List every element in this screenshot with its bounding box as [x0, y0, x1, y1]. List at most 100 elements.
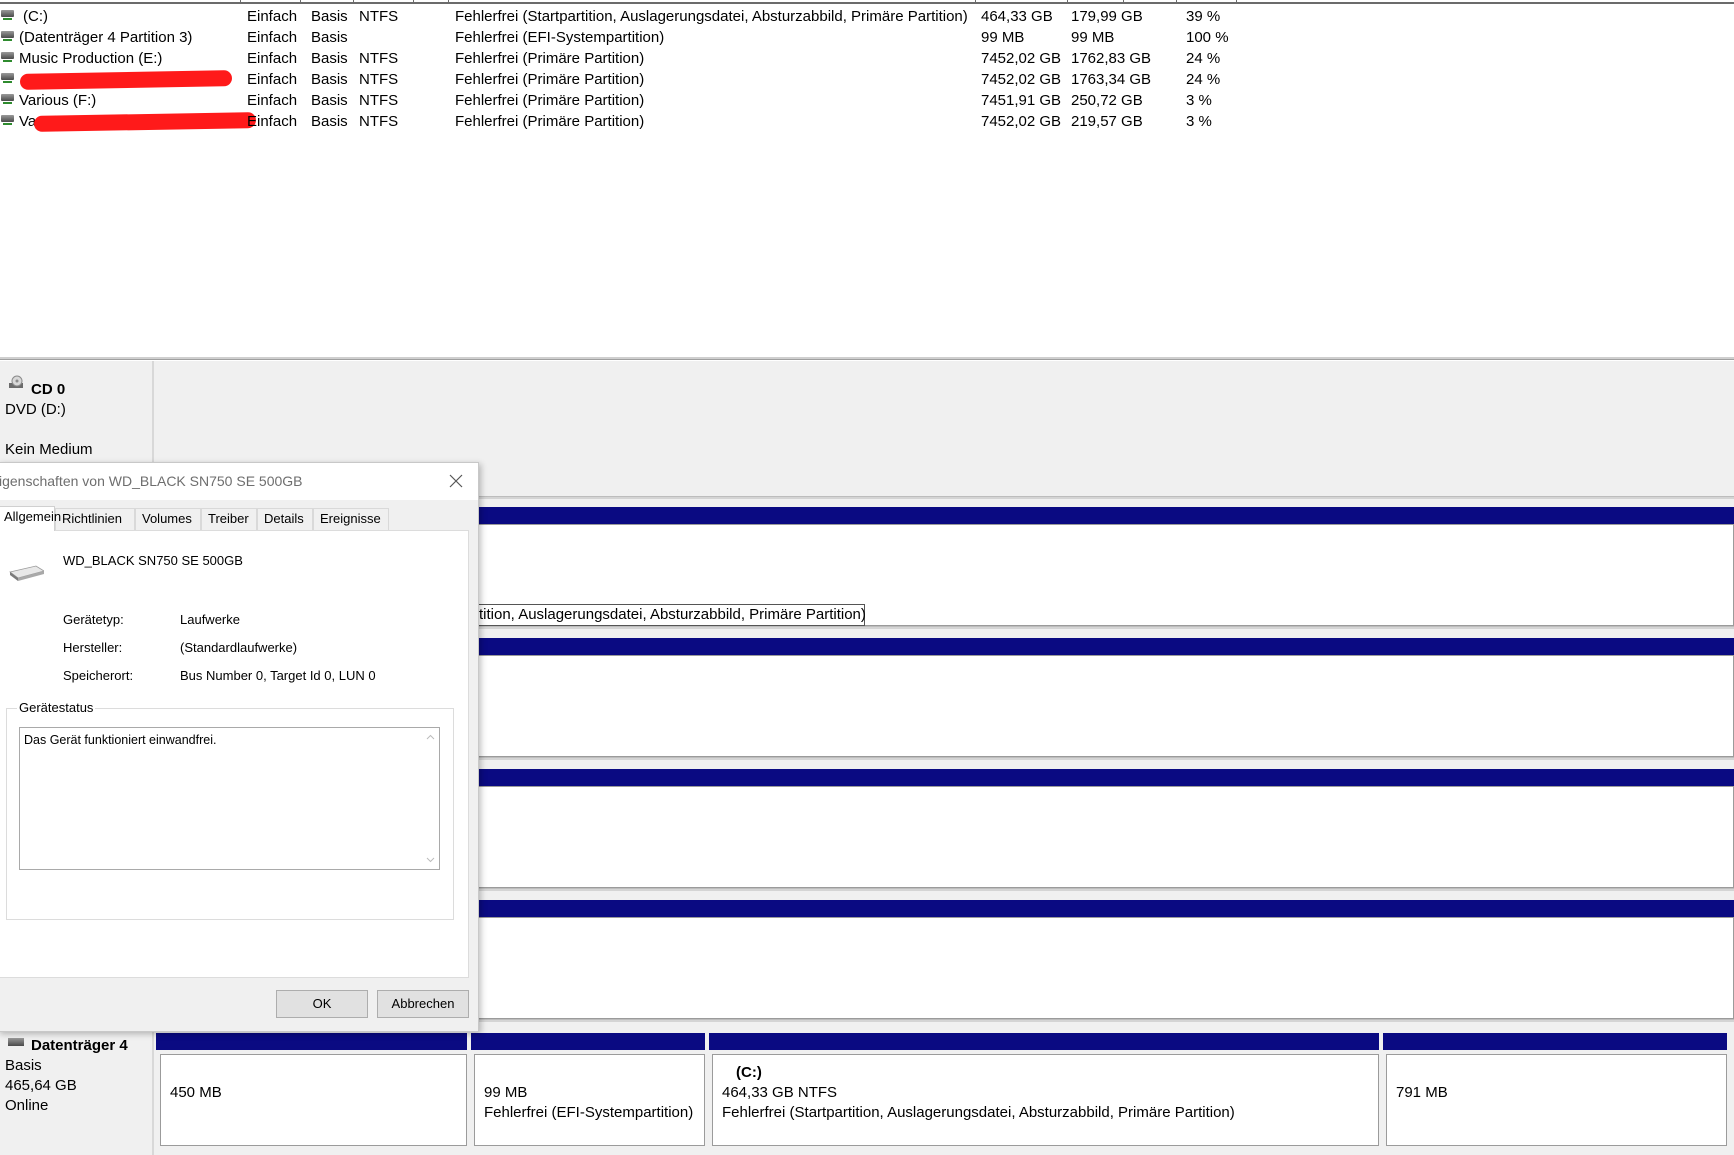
volume-free-pct: 3 % [1186, 113, 1212, 130]
device-status-textbox[interactable]: Das Gerät funktioniert einwandfrei. [19, 727, 440, 870]
volume-layout: Einfach [247, 8, 298, 25]
volume-layout: Einfach [247, 50, 298, 67]
partition-bar [479, 638, 1734, 655]
volume-free: 250,72 GB [1071, 92, 1143, 109]
partition-status-label[interactable]: tition, Auslagerungsdatei, Absturzabbild… [476, 604, 866, 626]
volume-row[interactable]: (Datenträger 4 Partition 3) Einfach Basi… [0, 27, 1734, 48]
close-icon[interactable] [448, 473, 464, 489]
volume-free: 1762,83 GB [1071, 50, 1152, 67]
prop-label-manufacturer: Hersteller: [63, 640, 123, 655]
redaction-mark [33, 112, 257, 132]
volume-type: Basis [311, 8, 348, 25]
partition-title: (C:) [736, 1064, 762, 1081]
dialog-titlebar[interactable]: igenschaften von WD_BLACK SN750 SE 500GB [0, 463, 478, 500]
group-title: Gerätestatus [17, 700, 96, 715]
volume-row[interactable]: (C:) Einfach Basis NTFS Fehlerfrei (Star… [0, 6, 1734, 27]
partition-size: 450 MB [170, 1084, 222, 1101]
volume-capacity: 7452,02 GB [981, 113, 1062, 130]
volume-free: 99 MB [1071, 29, 1115, 46]
volume-layout: Einfach [247, 92, 298, 109]
tab-treiber[interactable]: Treiber [201, 508, 257, 530]
volume-row[interactable]: Va Einfach Basis NTFS Fehlerfrei (Primär… [0, 111, 1734, 132]
volume-capacity: 464,33 GB [981, 8, 1053, 25]
cd-drive-letter: DVD (D:) [5, 401, 66, 418]
disk4-title[interactable]: Datenträger 4 [0, 1036, 154, 1056]
partition-bar [479, 769, 1734, 786]
partition-area[interactable] [479, 786, 1734, 888]
volume-fs: NTFS [359, 113, 399, 130]
volume-free-pct: 39 % [1186, 8, 1221, 25]
drive-icon [1, 52, 14, 62]
cd-media-state: Kein Medium [5, 441, 93, 458]
scroll-down-icon[interactable] [426, 855, 435, 864]
tab-richtlinien[interactable]: Richtlinien [55, 508, 135, 530]
cd-title[interactable]: CD 0 [0, 380, 154, 400]
tab-strip: Allgemein Richtlinien Volumes Treiber De… [0, 506, 469, 531]
partition-area[interactable] [479, 917, 1734, 1019]
scroll-up-icon[interactable] [426, 733, 435, 742]
partition-status: Fehlerfrei (Startpartition, Auslagerungs… [722, 1104, 1235, 1121]
ok-button[interactable]: OK [276, 990, 368, 1018]
scrollbar[interactable] [422, 728, 439, 869]
device-status-text: Das Gerät funktioniert einwandfrei. [24, 733, 217, 747]
drive-icon [1, 115, 14, 125]
tab-ereignisse[interactable]: Ereignisse [313, 508, 389, 530]
partition-area[interactable] [479, 655, 1734, 757]
device-name: WD_BLACK SN750 SE 500GB [63, 553, 243, 568]
volume-fs: NTFS [359, 50, 399, 67]
column-header-strip[interactable] [0, 0, 1734, 4]
drive-icon [1, 73, 14, 83]
pane-splitter[interactable] [0, 357, 1734, 360]
volume-fs: NTFS [359, 71, 399, 88]
prop-label-location: Speicherort: [63, 668, 134, 683]
partition-bar [1383, 1033, 1727, 1050]
volume-row[interactable]: Einfach Basis NTFS Fehlerfrei (Primäre P… [0, 69, 1734, 90]
volume-capacity: 7452,02 GB [981, 71, 1062, 88]
partition-bar [479, 900, 1734, 917]
tab-volumes[interactable]: Volumes [135, 508, 201, 530]
volume-row[interactable]: Various (F:) Einfach Basis NTFS Fehlerfr… [0, 90, 1734, 111]
partition-bar [471, 1033, 705, 1050]
partition-status: Fehlerfrei (EFI-Systempartition) [484, 1104, 694, 1121]
volume-type: Basis [311, 71, 348, 88]
dialog-title: igenschaften von WD_BLACK SN750 SE 500GB [0, 473, 303, 489]
prop-value-device-type: Laufwerke [180, 612, 240, 627]
volume-free: 179,99 GB [1071, 8, 1143, 25]
volume-free: 219,57 GB [1071, 113, 1143, 130]
drive-icon [1, 31, 14, 41]
cancel-button[interactable]: Abbrechen [377, 990, 469, 1018]
volume-status: Fehlerfrei (Primäre Partition) [455, 50, 645, 67]
volume-row[interactable]: Music Production (E:) Einfach Basis NTFS… [0, 48, 1734, 69]
disk-drive-icon [9, 565, 44, 581]
volume-free-pct: 24 % [1186, 50, 1221, 67]
partition-size: 791 MB [1396, 1084, 1448, 1101]
partition-c[interactable]: (C:) 464,33 GB NTFS Fehlerfrei (Startpar… [712, 1054, 1379, 1146]
partition-efi[interactable]: 99 MB Fehlerfrei (EFI-Systempartition) [474, 1054, 705, 1146]
drive-icon [1, 10, 14, 20]
volume-list: (C:) Einfach Basis NTFS Fehlerfrei (Star… [0, 0, 1734, 360]
volume-free-pct: 100 % [1186, 29, 1229, 46]
drive-icon [1, 94, 14, 104]
partition-recovery-end[interactable]: 791 MB [1386, 1054, 1727, 1146]
volume-capacity: 99 MB [981, 29, 1025, 46]
volume-status: Fehlerfrei (Primäre Partition) [455, 71, 645, 88]
partition-recovery[interactable]: 450 MB [160, 1054, 467, 1146]
device-status-group: Gerätestatus Das Gerät funktioniert einw… [6, 700, 454, 920]
disk4-state: Online [5, 1097, 49, 1114]
volume-name: (C:) [23, 8, 48, 25]
volume-free-pct: 24 % [1186, 71, 1221, 88]
volume-status: Fehlerfrei (Primäre Partition) [455, 92, 645, 109]
volume-name: (Datenträger 4 Partition 3) [19, 29, 193, 46]
disk4-type: Basis [5, 1057, 42, 1074]
partition-bar [156, 1033, 467, 1050]
partition-size: 99 MB [484, 1084, 528, 1101]
volume-name: Music Production (E:) [19, 50, 163, 67]
tab-details[interactable]: Details [257, 508, 313, 530]
volume-free-pct: 3 % [1186, 92, 1212, 109]
tab-allgemein[interactable]: Allgemein [0, 506, 61, 531]
volume-status: Fehlerfrei (Primäre Partition) [455, 113, 645, 130]
volume-capacity: 7451,91 GB [981, 92, 1062, 109]
volume-layout: Einfach [247, 113, 298, 130]
disk-management-window: { "volumes": [ {"name": "(C:)", "layout"… [0, 0, 1734, 1155]
volume-type: Basis [311, 92, 348, 109]
